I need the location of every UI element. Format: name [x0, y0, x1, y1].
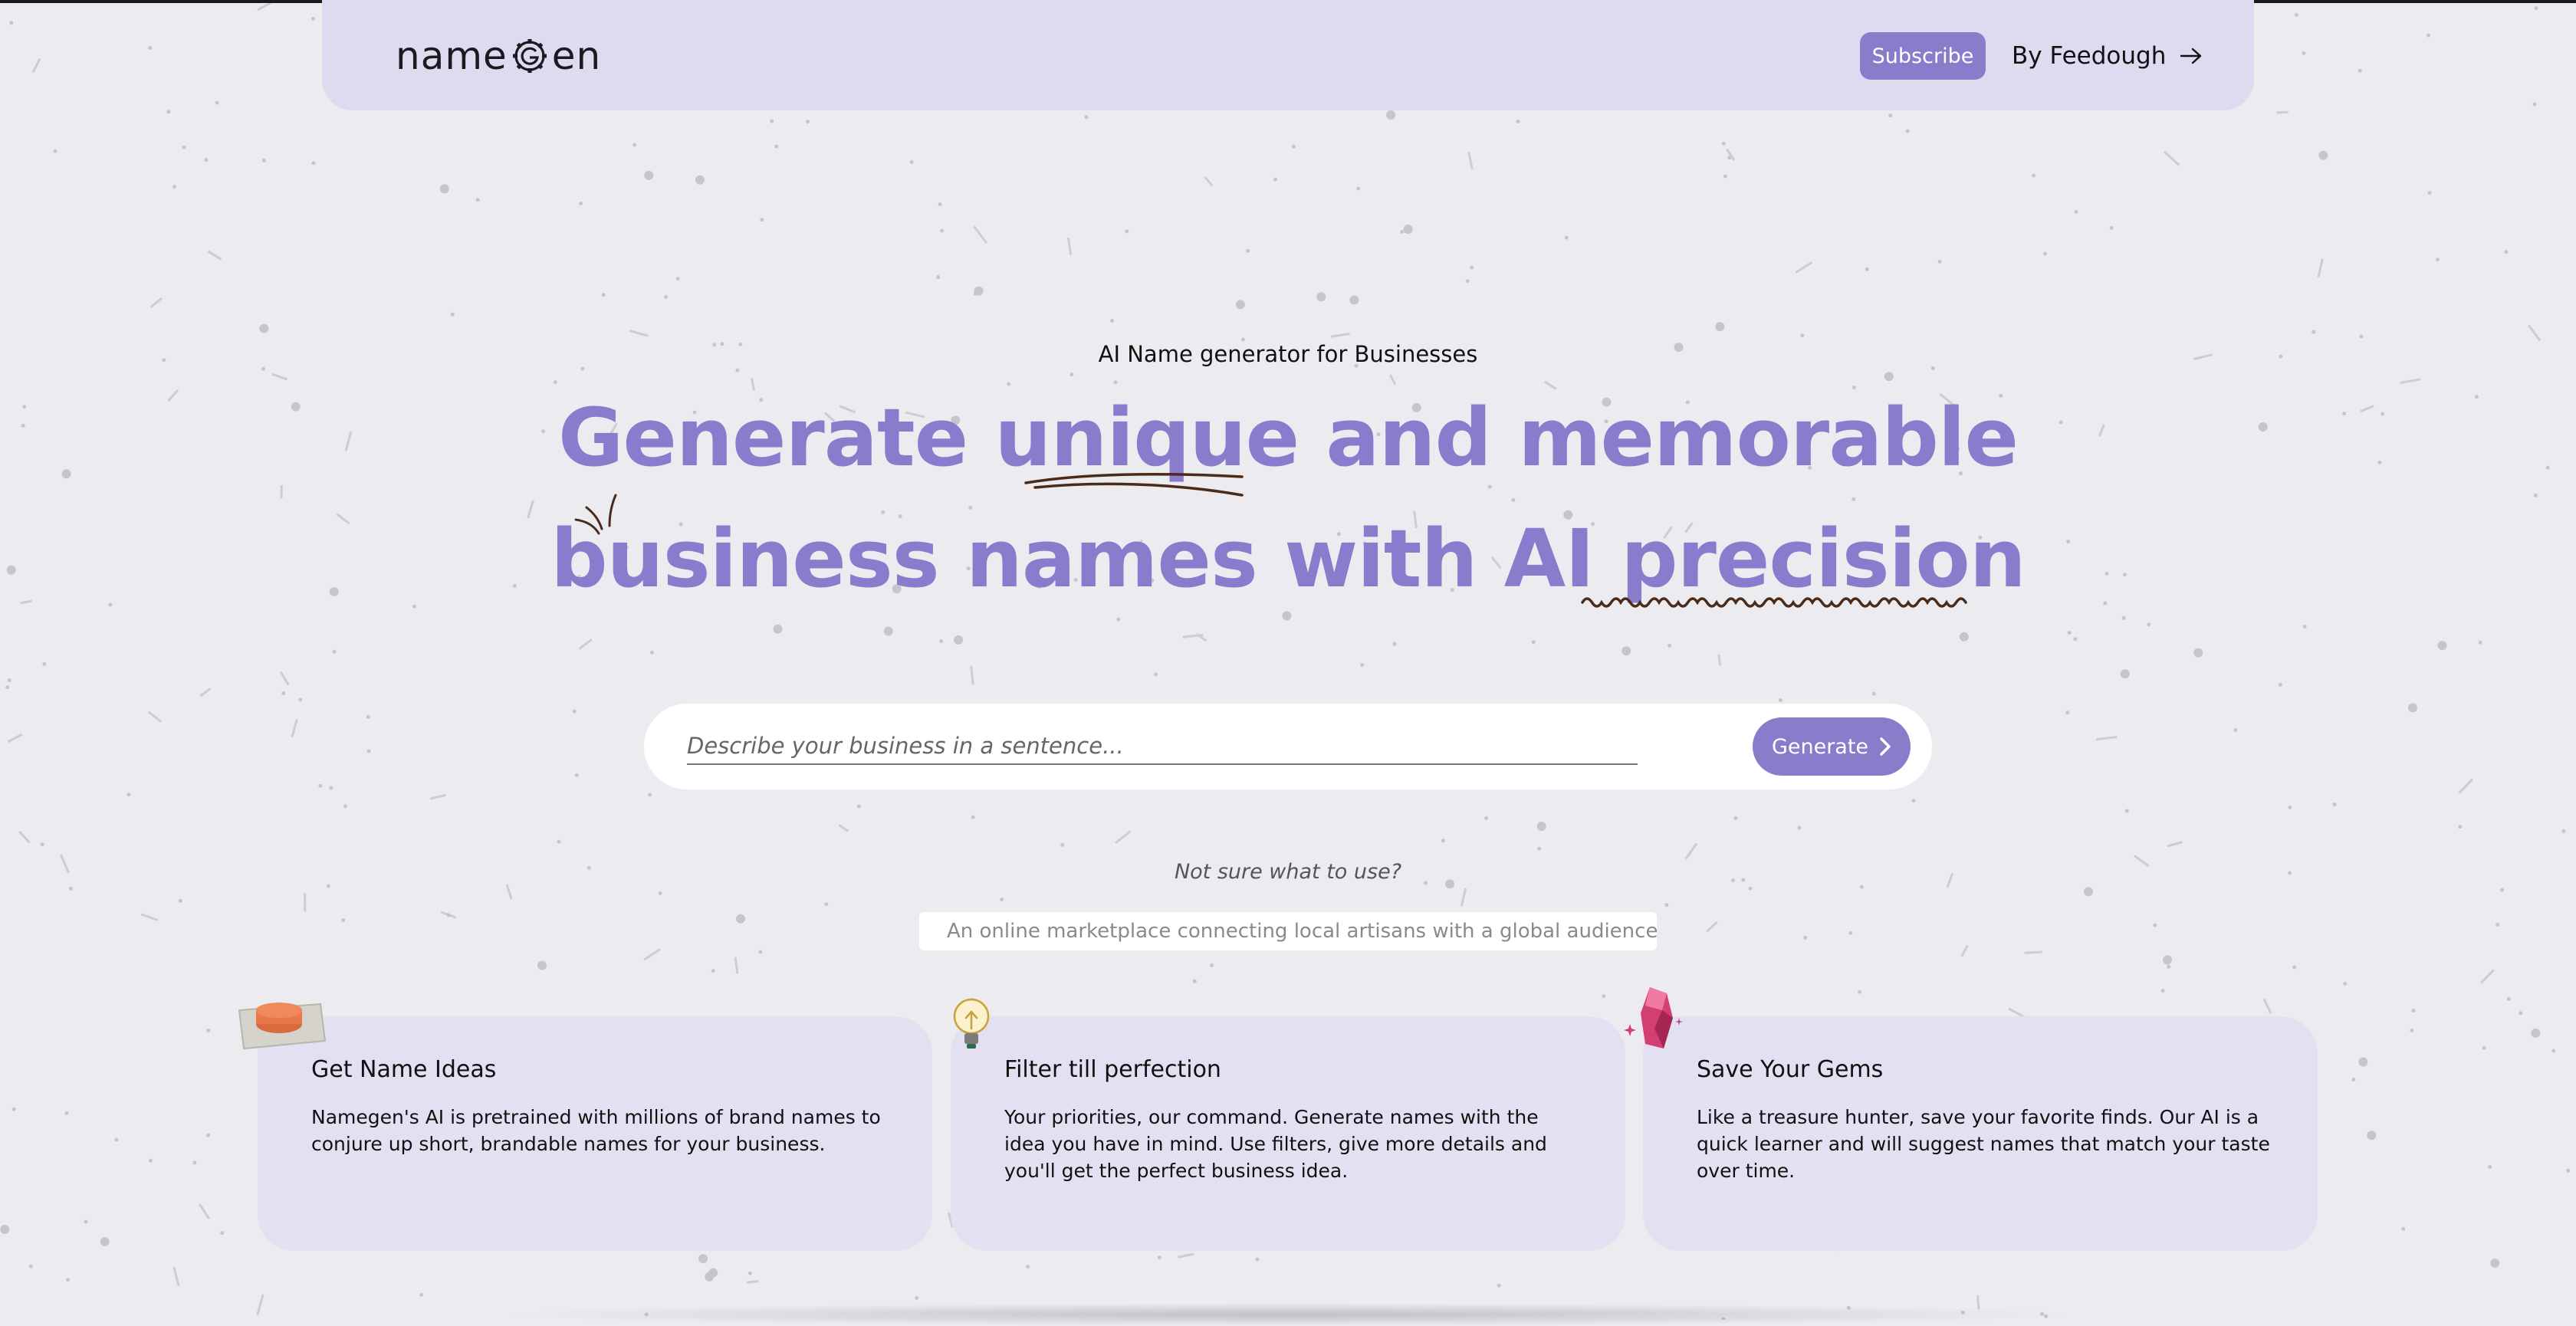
subscribe-button[interactable]: Subscribe [1860, 32, 1986, 80]
business-search-bar: Generate [644, 704, 1932, 789]
hero-eyebrow: AI Name generator for Businesses [0, 341, 2576, 367]
arrow-right-icon [2180, 47, 2203, 65]
logo-text-suffix: en [552, 34, 601, 78]
suggestion-prompt: Not sure what to use? [0, 860, 2576, 884]
logo-text-prefix: name [396, 34, 508, 78]
sparkle-lines-icon [571, 491, 625, 544]
wavy-underline-icon [1579, 592, 1970, 615]
card-title: Get Name Ideas [311, 1056, 496, 1083]
business-description-input[interactable] [687, 728, 1638, 765]
chevron-right-icon [1879, 737, 1891, 757]
lightbulb-icon [946, 995, 997, 1056]
gem-icon [1619, 983, 1693, 1056]
card-body: Namegen's AI is pretrained with millions… [311, 1104, 886, 1157]
feature-card-save-gems: Save Your Gems Like a treasure hunter, s… [1643, 1016, 2318, 1251]
example-suggestion-chip[interactable]: An online marketplace connecting local a… [919, 912, 1657, 950]
generate-button-label: Generate [1772, 735, 1868, 759]
card-title: Filter till perfection [1004, 1056, 1221, 1083]
card-body: Your priorities, our command. Generate n… [1004, 1104, 1579, 1184]
generate-button[interactable]: Generate [1753, 717, 1911, 776]
feature-card-name-ideas: Get Name Ideas Namegen's AI is pretraine… [258, 1016, 932, 1251]
by-feedough-label: By Feedough [2012, 42, 2166, 70]
gear-g-icon [509, 35, 550, 77]
card-title: Save Your Gems [1697, 1056, 1883, 1083]
headline-line-1: Generate unique and memorable [0, 391, 2576, 484]
namegen-logo[interactable]: name en [396, 29, 601, 83]
site-header: name en Subscribe By Feedough [322, 0, 2254, 110]
bottom-section-shadow [491, 1303, 2085, 1326]
button-icon [235, 993, 334, 1058]
underline-scribble-icon [1020, 460, 1250, 506]
feature-card-filter: Filter till perfection Your priorities, … [951, 1016, 1625, 1251]
example-suggestion-text: An online marketplace connecting local a… [947, 920, 1658, 943]
headline-line-2: business names with AI precision [0, 512, 2576, 606]
by-feedough-link[interactable]: By Feedough [2012, 34, 2203, 78]
card-body: Like a treasure hunter, save your favori… [1697, 1104, 2272, 1184]
